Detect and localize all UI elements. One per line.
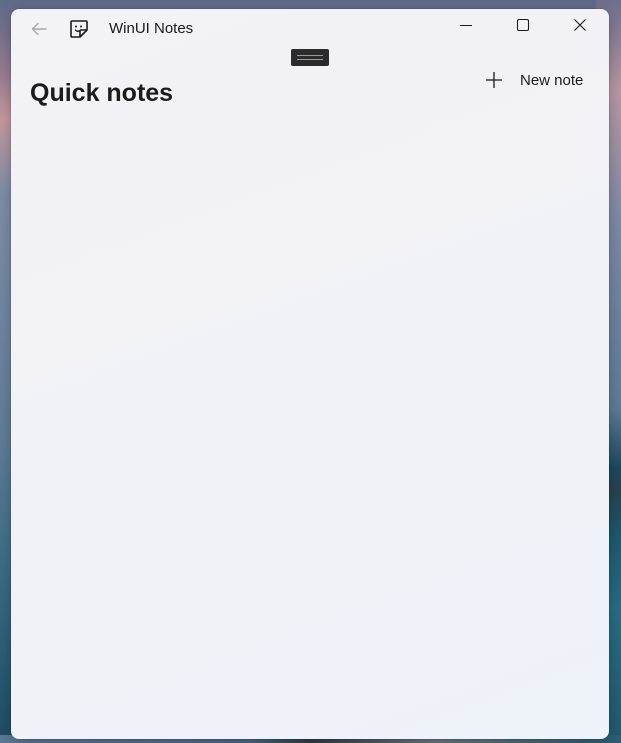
page-title: Quick notes	[30, 78, 174, 107]
sticky-note-icon	[68, 18, 90, 40]
new-note-label: New note	[520, 71, 584, 89]
notes-list	[11, 109, 609, 739]
minimize-button[interactable]	[443, 9, 489, 45]
plus-icon	[483, 69, 505, 91]
maximize-icon	[516, 18, 530, 37]
maximize-button[interactable]	[500, 9, 546, 45]
close-icon	[573, 18, 587, 37]
drag-handle[interactable]	[291, 49, 329, 66]
back-arrow-icon	[30, 20, 48, 43]
close-button[interactable]	[557, 9, 603, 45]
grip-lines-icon	[297, 55, 323, 60]
title-bar[interactable]: WinUI Notes	[11, 9, 609, 49]
back-button[interactable]	[25, 17, 53, 45]
window-title: WinUI Notes	[109, 20, 194, 37]
app-window: WinUI Notes Quick notes New note	[11, 9, 609, 739]
new-note-button[interactable]: New note	[483, 65, 595, 95]
minimize-icon	[459, 18, 473, 37]
